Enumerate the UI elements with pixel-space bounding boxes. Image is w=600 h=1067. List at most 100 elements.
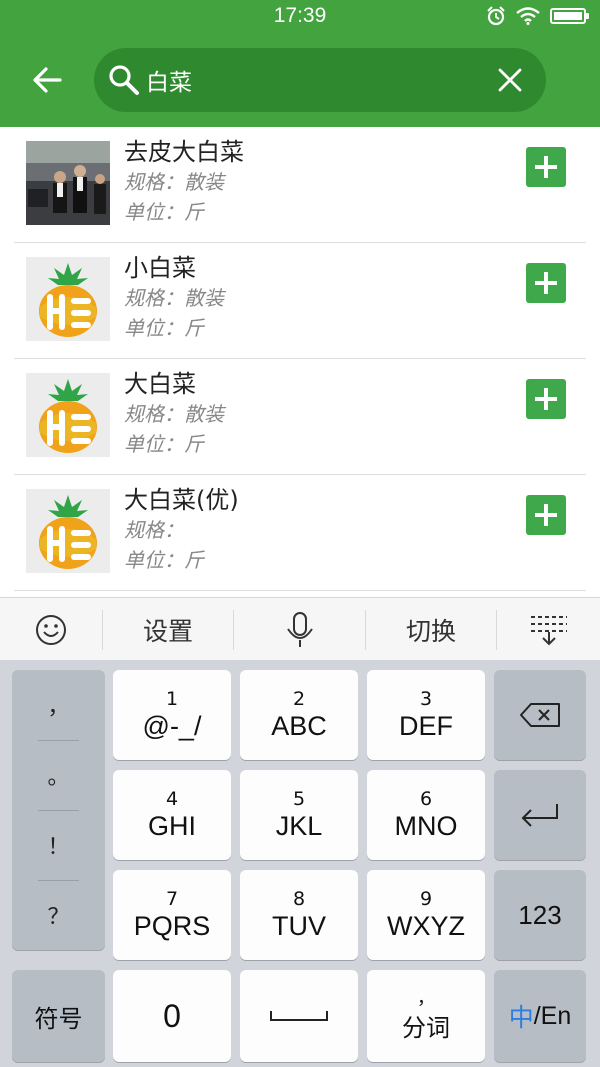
item-unit: 单位：斤 [124, 548, 204, 572]
key-5[interactable]: 5 JKL [240, 770, 358, 860]
add-button[interactable] [526, 147, 566, 187]
item-name: 大白菜 [124, 370, 196, 398]
language-active-label: 中 [508, 1003, 534, 1032]
key-0[interactable]: 0 [113, 970, 231, 1062]
switch-button[interactable]: 切换 [366, 598, 496, 661]
settings-button[interactable]: 设置 [103, 598, 233, 661]
add-button[interactable] [526, 263, 566, 303]
key-letters: DEF [399, 711, 453, 741]
space-button[interactable] [240, 970, 358, 1062]
punct-key-period[interactable]: 。 [12, 740, 105, 810]
item-info: 大白菜 规格：散装 单位：斤 [124, 369, 224, 459]
alarm-icon [487, 6, 505, 26]
product-placeholder-image [26, 257, 110, 341]
key-letters: MNO [394, 811, 458, 841]
settings-label: 设置 [142, 616, 193, 646]
key-zero-label: 0 [163, 997, 181, 1034]
pineapple-logo-icon [39, 379, 97, 453]
backspace-button[interactable] [494, 670, 586, 760]
key-letters: JKL [275, 811, 323, 841]
battery-icon [550, 8, 589, 24]
key-7[interactable]: 7 PQRS [113, 870, 231, 960]
key-letters: WXYZ [387, 911, 465, 941]
search-icon [109, 65, 139, 95]
item-spec: 规格： [124, 518, 184, 542]
key-number: 8 [292, 888, 306, 910]
status-icons [486, 6, 589, 26]
key-1[interactable]: 1 @-_/ [113, 670, 231, 760]
status-bar: 17:39 [0, 0, 600, 34]
item-name: 小白菜 [124, 254, 196, 282]
microphone-icon [286, 611, 313, 647]
key-9[interactable]: 9 WXYZ [367, 870, 485, 960]
item-unit: 单位：斤 [124, 200, 204, 224]
item-unit: 单位：斤 [124, 432, 204, 456]
list-item[interactable]: 大白菜 规格：散装 单位：斤 [14, 359, 586, 475]
item-name: 去皮大白菜 [124, 138, 244, 166]
clear-icon[interactable] [494, 64, 526, 96]
item-info: 去皮大白菜 规格：散装 单位：斤 [124, 137, 244, 227]
pineapple-logo-icon [39, 263, 97, 337]
list-item[interactable]: 大白菜(优) 规格： 单位：斤 [14, 475, 586, 591]
backspace-icon [520, 703, 560, 727]
pineapple-logo-icon [39, 495, 97, 569]
item-spec: 规格：散装 [124, 402, 224, 426]
language-toggle-button[interactable]: 中/En [494, 970, 586, 1062]
punctuation-column: ， 。 ！ ？ [12, 670, 105, 950]
punct-key-comma[interactable]: ， [12, 670, 105, 740]
voice-button[interactable] [234, 598, 365, 661]
key-number: 3 [419, 688, 433, 710]
key-number: 1 [165, 688, 179, 710]
key-8[interactable]: 8 TUV [240, 870, 358, 960]
search-input[interactable] [146, 60, 476, 100]
punct-key-exclaim[interactable]: ！ [12, 810, 105, 880]
hide-keyboard-button[interactable] [497, 598, 600, 661]
key-letters: PQRS [133, 911, 211, 941]
smiley-icon [36, 614, 66, 645]
item-info: 小白菜 规格：散装 单位：斤 [124, 253, 224, 343]
results-list: 去皮大白菜 规格：散装 单位：斤 小白菜 规格：散装 单位：斤 大白菜 规格：散… [0, 127, 600, 591]
item-info: 大白菜(优) 规格： 单位：斤 [124, 485, 239, 575]
emoji-button[interactable] [0, 598, 102, 661]
numbers-mode-button[interactable]: 123 [494, 870, 586, 960]
punct-key-question[interactable]: ？ [12, 880, 105, 950]
key-letters: TUV [272, 911, 326, 941]
item-unit: 单位：斤 [124, 316, 204, 340]
key-letters: GHI [147, 811, 196, 841]
key-number: 2 [292, 688, 306, 710]
item-spec: 规格：散装 [124, 286, 224, 310]
segment-button[interactable]: ， 分词 [367, 970, 485, 1062]
keyboard-toolbar: 设置 切换 [0, 597, 600, 660]
search-header [0, 34, 600, 127]
product-placeholder-image [26, 489, 110, 573]
item-name: 大白菜(优) [124, 486, 239, 514]
space-icon [270, 1011, 328, 1021]
list-item[interactable]: 小白菜 规格：散装 单位：斤 [14, 243, 586, 359]
key-number: 5 [292, 788, 306, 810]
wifi-icon [516, 7, 540, 25]
search-box[interactable] [94, 48, 546, 112]
language-rest-label: /En [533, 1001, 572, 1030]
symbols-button[interactable]: 符号 [12, 970, 105, 1062]
key-4[interactable]: 4 GHI [113, 770, 231, 860]
back-button[interactable] [22, 58, 72, 102]
add-button[interactable] [526, 379, 566, 419]
keyboard-collapse-icon [530, 615, 567, 645]
add-button[interactable] [526, 495, 566, 535]
key-number: 6 [419, 788, 433, 810]
segment-label: 分词 [402, 1013, 450, 1042]
arrow-left-icon [33, 67, 62, 93]
numbers-mode-label: 123 [518, 900, 562, 930]
t9-keyboard: ， 。 ！ ？ 1 @-_/ 2 ABC 3 DEF 4 GHI 5 JKL 6… [0, 660, 600, 1067]
key-2[interactable]: 2 ABC [240, 670, 358, 760]
switch-label: 切换 [405, 616, 456, 646]
key-letters: @-_/ [142, 711, 202, 741]
item-spec: 规格：散装 [124, 170, 224, 194]
key-6[interactable]: 6 MNO [367, 770, 485, 860]
key-3[interactable]: 3 DEF [367, 670, 485, 760]
list-item[interactable]: 去皮大白菜 规格：散装 单位：斤 [14, 127, 586, 243]
key-number: 7 [165, 888, 179, 910]
enter-button[interactable] [494, 770, 586, 860]
key-letters: ABC [271, 711, 327, 741]
return-icon [521, 804, 558, 827]
